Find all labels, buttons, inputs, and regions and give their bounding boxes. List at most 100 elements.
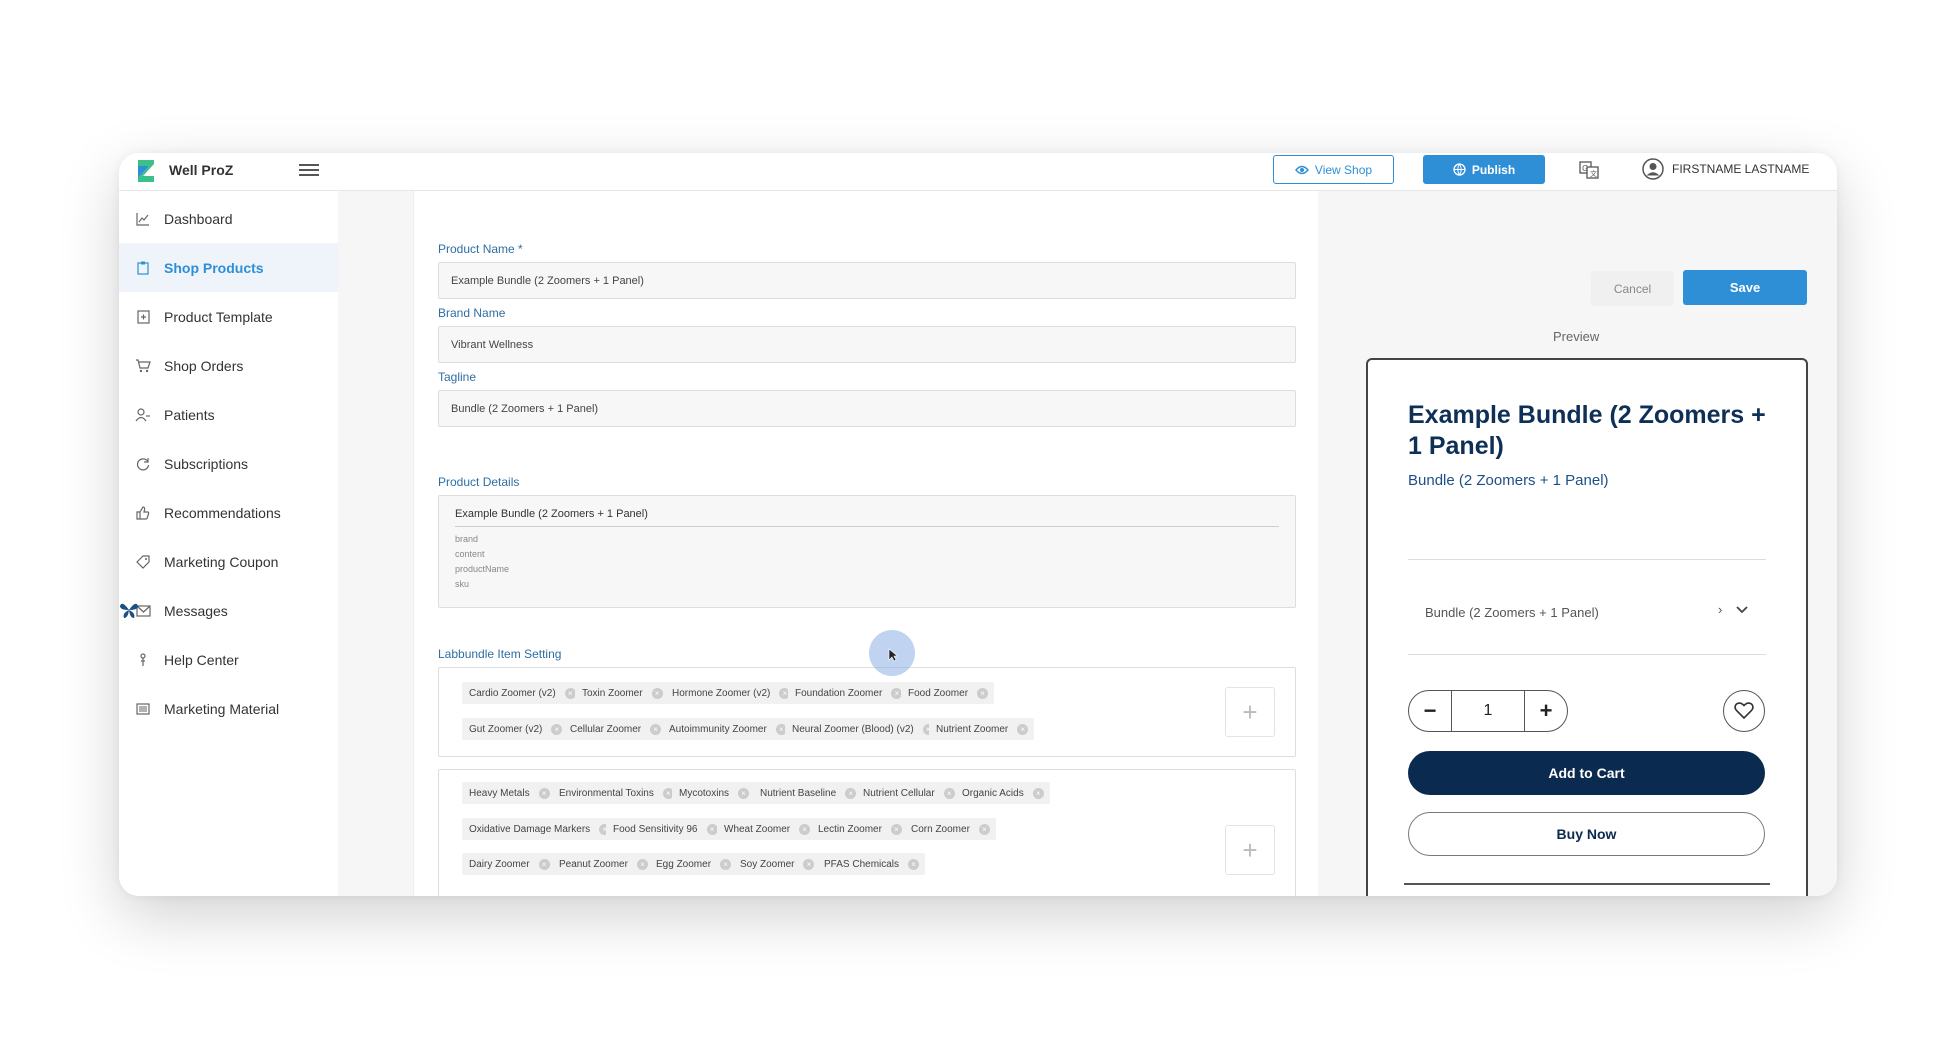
remove-icon[interactable]: ×: [1017, 724, 1029, 735]
variant-controls[interactable]: ›: [1718, 602, 1748, 617]
remove-icon[interactable]: ×: [551, 724, 563, 735]
sidebar-item-dashboard[interactable]: Dashboard: [119, 194, 338, 243]
add-item-button[interactable]: +: [1225, 825, 1275, 875]
preview-title: Example Bundle (2 Zoomers + 1 Panel): [1408, 401, 1766, 460]
brand-name-input[interactable]: Vibrant Wellness: [438, 326, 1296, 363]
item-tag: Food Zoomer ×: [901, 682, 995, 704]
divider: [1408, 559, 1766, 560]
item-tag: Toxin Zoomer ×: [575, 682, 669, 704]
sidebar-item-patients[interactable]: Patients: [119, 390, 338, 439]
remove-icon[interactable]: ×: [651, 688, 663, 699]
content-gutter: [338, 191, 413, 896]
increment-button[interactable]: +: [1525, 691, 1567, 731]
remove-icon[interactable]: ×: [977, 688, 989, 699]
translate-icon[interactable]: G 文: [1579, 160, 1599, 180]
clipboard-icon: [135, 260, 151, 276]
sidebar-item-label: Shop Products: [164, 259, 264, 276]
save-button[interactable]: Save: [1683, 270, 1807, 305]
heart-icon: [1734, 702, 1754, 720]
tag-label: Mycotoxins: [679, 787, 730, 799]
tag-label: Foundation Zoomer: [795, 687, 883, 699]
user-menu[interactable]: FIRSTNAME LASTNAME: [1642, 158, 1809, 180]
divider: [1408, 654, 1766, 655]
buy-now-button[interactable]: Buy Now: [1408, 812, 1765, 856]
labbundle-label: Labbundle Item Setting: [438, 647, 562, 661]
item-tag: Autoimmunity Zoomer ×: [662, 718, 793, 740]
remove-icon[interactable]: ×: [845, 788, 857, 799]
user-name: FIRSTNAME LASTNAME: [1672, 162, 1810, 176]
sidebar-item-shop-products[interactable]: Shop Products: [119, 243, 338, 292]
labbundle-group-2: Heavy Metals × Environmental Toxins × Myco…: [438, 769, 1296, 896]
quantity-value[interactable]: 1: [1451, 691, 1525, 731]
item-tag: Organic Acids ×: [955, 782, 1050, 804]
chevron-down-icon[interactable]: [1736, 605, 1748, 614]
details-field: sku: [455, 579, 470, 589]
tag-label: Soy Zoomer: [740, 858, 795, 870]
tag-label: Neural Zoomer (Blood) (v2): [792, 723, 914, 735]
tag-label: Environmental Toxins: [559, 787, 654, 799]
item-tag: Cardio Zoomer (v2) ×: [462, 682, 582, 704]
product-details-editor[interactable]: Example Bundle (2 Zoomers + 1 Panel) bra…: [438, 495, 1296, 608]
top-bar: Well ProZ View Shop Publish G 文 FIRSTNAM…: [119, 153, 1837, 191]
remove-icon[interactable]: ×: [803, 859, 815, 870]
remove-icon[interactable]: ×: [943, 788, 955, 799]
remove-icon[interactable]: ×: [538, 859, 550, 870]
remove-icon[interactable]: ×: [799, 824, 811, 835]
details-field: productName: [455, 564, 510, 574]
item-tag: Wheat Zoomer ×: [717, 818, 817, 840]
item-tag: Foundation Zoomer ×: [788, 682, 909, 704]
chevron-right-icon[interactable]: ›: [1718, 602, 1722, 617]
thumbs-up-icon: [135, 505, 151, 521]
sidebar-item-marketing-coupon[interactable]: Marketing Coupon: [119, 537, 338, 586]
remove-icon[interactable]: ×: [636, 859, 648, 870]
remove-icon[interactable]: ×: [978, 824, 990, 835]
cancel-button[interactable]: Cancel: [1591, 271, 1674, 306]
variant-selector[interactable]: Bundle (2 Zoomers + 1 Panel): [1425, 605, 1599, 620]
remove-icon[interactable]: ×: [1032, 788, 1044, 799]
publish-label: Publish: [1471, 162, 1516, 177]
item-tag: Hormone Zoomer (v2) ×: [665, 682, 797, 704]
sidebar-item-shop-orders[interactable]: Shop Orders: [119, 341, 338, 390]
tag-label: Cardio Zoomer (v2): [469, 687, 556, 699]
tag-label: Heavy Metals: [469, 787, 530, 799]
sidebar-item-product-template[interactable]: Product Template: [119, 292, 338, 341]
item-tag: Soy Zoomer ×: [733, 853, 821, 875]
logo-icon: [138, 160, 154, 182]
tag-label: Food Sensitivity 96: [613, 823, 698, 835]
tag-label: Nutrient Cellular: [863, 787, 935, 799]
publish-button[interactable]: Publish: [1423, 155, 1545, 184]
remove-icon[interactable]: ×: [738, 788, 750, 799]
remove-icon[interactable]: ×: [650, 724, 662, 735]
remove-icon[interactable]: ×: [908, 859, 920, 870]
tag-label: Egg Zoomer: [656, 858, 712, 870]
sidebar-item-help-center[interactable]: Help Center: [119, 635, 338, 684]
product-name-input[interactable]: Example Bundle (2 Zoomers + 1 Panel): [438, 262, 1296, 299]
sidebar-item-label: Marketing Material: [164, 700, 280, 717]
remove-icon[interactable]: ×: [706, 824, 718, 835]
sidebar-item-subscriptions[interactable]: Subscriptions: [119, 439, 338, 488]
product-name-label: Product Name *: [438, 242, 523, 256]
view-shop-button[interactable]: View Shop: [1273, 155, 1394, 184]
item-tag: Dairy Zoomer ×: [462, 853, 556, 875]
remove-icon[interactable]: ×: [720, 859, 732, 870]
tag-label: Peanut Zoomer: [559, 858, 628, 870]
remove-icon[interactable]: ×: [890, 824, 902, 835]
globe-icon: [1453, 163, 1466, 176]
sidebar-item-label: Recommendations: [164, 504, 281, 521]
remove-icon[interactable]: ×: [538, 788, 550, 799]
preview-subtitle: Bundle (2 Zoomers + 1 Panel): [1408, 472, 1609, 489]
list-icon: [135, 701, 151, 717]
sidebar-item-recommendations[interactable]: Recommendations: [119, 488, 338, 537]
sidebar-item-messages[interactable]: Messages: [119, 586, 338, 635]
add-to-cart-button[interactable]: Add to Cart: [1408, 751, 1765, 795]
app-name: Well ProZ: [169, 162, 234, 178]
tagline-input[interactable]: Bundle (2 Zoomers + 1 Panel): [438, 390, 1296, 427]
add-item-button[interactable]: +: [1225, 687, 1275, 737]
quantity-stepper: − 1 +: [1408, 690, 1568, 732]
menu-icon[interactable]: [299, 161, 319, 181]
wishlist-button[interactable]: [1723, 690, 1765, 732]
decrement-button[interactable]: −: [1409, 691, 1451, 731]
sidebar-item-marketing-material[interactable]: Marketing Material: [119, 684, 338, 733]
product-details-line: Example Bundle (2 Zoomers + 1 Panel): [455, 508, 648, 520]
sidebar-item-label: Patients: [164, 406, 215, 423]
